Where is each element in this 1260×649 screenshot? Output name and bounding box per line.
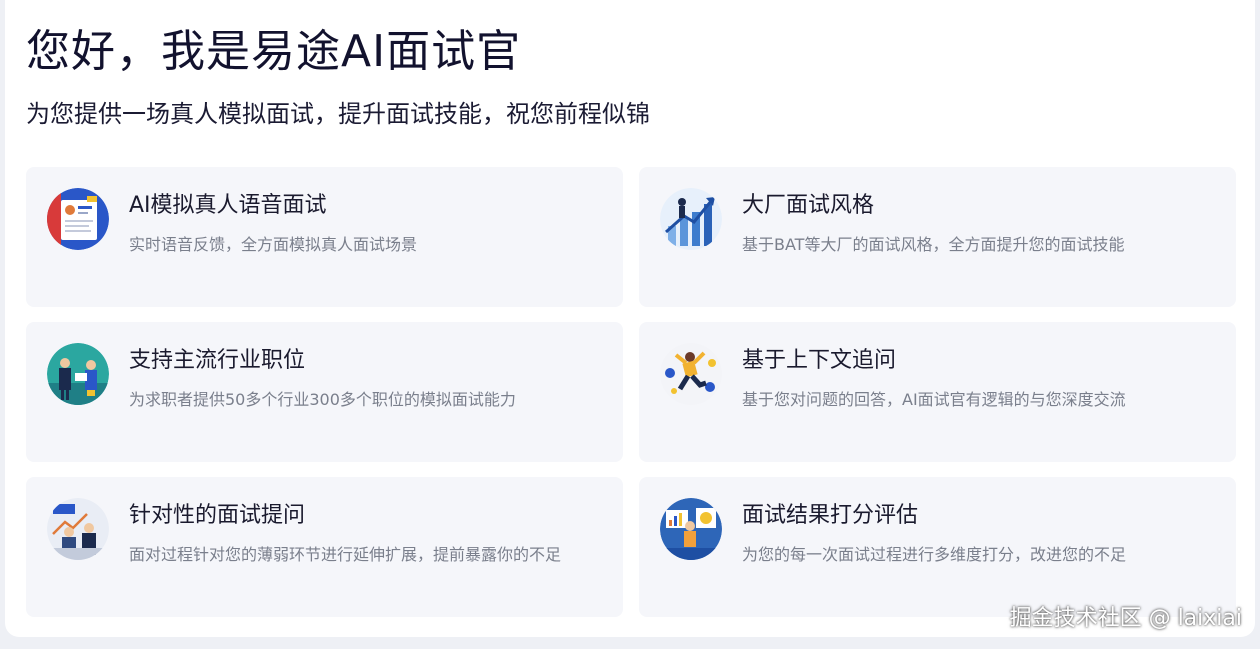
watermark: 掘金技术社区 @ laixiai — [1009, 606, 1242, 631]
presentation-illustration-icon — [660, 498, 722, 560]
feature-description: 基于您对问题的回答，AI面试官有逻辑的与您深度交流 — [742, 390, 1126, 409]
feature-description: 为您的每一次面试过程进行多维度打分，改进您的不足 — [742, 545, 1127, 564]
running-person-illustration-icon — [660, 343, 722, 405]
page-subtitle: 为您提供一场真人模拟面试，提升面试技能，祝您前程似锦 — [26, 100, 650, 128]
feature-card-targeted-questions[interactable]: 针对性的面试提问 面对过程针对您的薄弱环节进行延伸扩展，提前暴露你的不足 — [26, 477, 623, 617]
page-title: 您好，我是易途AI面试官 — [26, 26, 522, 77]
main-panel: 您好，我是易途AI面试官 为您提供一场真人模拟面试，提升面试技能，祝您前程似锦 … — [5, 0, 1255, 637]
feature-card-context-followup[interactable]: 基于上下文追问 基于您对问题的回答，AI面试官有逻辑的与您深度交流 — [639, 322, 1236, 462]
resume-illustration-icon — [47, 188, 109, 250]
feature-card-industry-positions[interactable]: 支持主流行业职位 为求职者提供50多个行业300多个职位的模拟面试能力 — [26, 322, 623, 462]
feature-description: 实时语音反馈，全方面模拟真人面试场景 — [129, 235, 418, 254]
feature-card-big-tech-style[interactable]: 大厂面试风格 基于BAT等大厂的面试风格，全方面提升您的面试技能 — [639, 167, 1236, 307]
meeting-illustration-icon — [47, 498, 109, 560]
feature-title: 面试结果打分评估 — [742, 503, 919, 528]
feature-title: 基于上下文追问 — [742, 348, 897, 373]
feature-card-voice-interview[interactable]: AI模拟真人语音面试 实时语音反馈，全方面模拟真人面试场景 — [26, 167, 623, 307]
feature-title: 大厂面试风格 — [742, 193, 875, 218]
feature-title: AI模拟真人语音面试 — [129, 193, 327, 218]
business-people-illustration-icon — [47, 343, 109, 405]
feature-card-result-scoring[interactable]: 面试结果打分评估 为您的每一次面试过程进行多维度打分，改进您的不足 — [639, 477, 1236, 617]
growth-arrow-illustration-icon — [660, 188, 722, 250]
feature-title: 支持主流行业职位 — [129, 348, 306, 373]
feature-description: 面对过程针对您的薄弱环节进行延伸扩展，提前暴露你的不足 — [129, 545, 562, 564]
feature-title: 针对性的面试提问 — [129, 503, 306, 528]
feature-description: 为求职者提供50多个行业300多个职位的模拟面试能力 — [129, 390, 516, 409]
feature-description: 基于BAT等大厂的面试风格，全方面提升您的面试技能 — [742, 235, 1125, 254]
